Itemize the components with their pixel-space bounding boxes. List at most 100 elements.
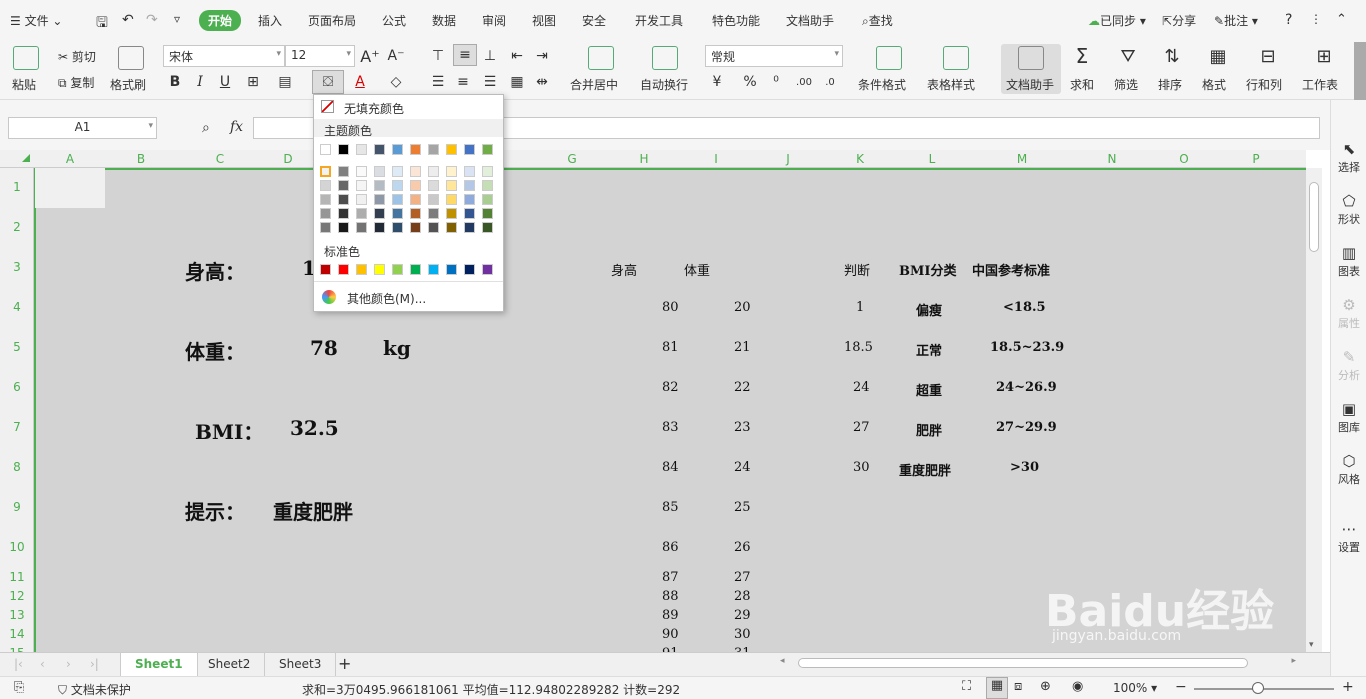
add-sheet-icon[interactable]: + <box>338 654 351 673</box>
tab-special[interactable]: 特色功能 <box>712 12 760 29</box>
row-header-item[interactable]: 1 <box>0 180 34 194</box>
weight-value[interactable]: 78 <box>310 336 338 360</box>
weight-cell[interactable]: 27 <box>734 570 751 585</box>
tab-home[interactable]: 开始 <box>199 10 242 31</box>
tab-insert[interactable]: 插入 <box>258 12 282 29</box>
copy-button[interactable]: ⧉ 复制 <box>58 74 94 91</box>
class-cell[interactable]: 偏瘦 <box>916 300 942 319</box>
align-top-icon[interactable]: ⊤ <box>428 46 448 66</box>
height-cell[interactable]: 81 <box>662 340 679 355</box>
reading-mode-icon[interactable]: ⊕ <box>1040 679 1051 694</box>
brush-icon[interactable] <box>118 46 144 70</box>
theme-shade-swatch[interactable] <box>338 166 349 177</box>
weight-cell[interactable]: 23 <box>734 420 751 435</box>
theme-shade-swatch[interactable] <box>410 222 421 233</box>
row-header-item[interactable]: 5 <box>0 340 34 354</box>
theme-color-swatch[interactable] <box>392 144 403 155</box>
standard-color-swatch[interactable] <box>356 264 367 275</box>
col-header[interactable]: N <box>1076 152 1148 166</box>
wrap-icon[interactable] <box>652 46 678 70</box>
decrease-decimal-icon[interactable]: .0 <box>820 72 840 92</box>
col-header[interactable]: C <box>177 152 263 166</box>
weight-cell[interactable]: 24 <box>734 460 751 475</box>
row-header-item[interactable]: 8 <box>0 460 34 474</box>
theme-shade-swatch[interactable] <box>356 208 367 219</box>
theme-color-swatch[interactable] <box>482 144 493 155</box>
rowcol-button[interactable]: 行和列 <box>1246 76 1282 93</box>
height-label[interactable]: 身高： <box>185 256 245 285</box>
standard-color-swatch[interactable] <box>392 264 403 275</box>
col-header[interactable]: A <box>35 152 105 166</box>
theme-color-swatch[interactable] <box>338 144 349 155</box>
cond-format-button[interactable]: 条件格式 <box>858 76 906 93</box>
col-header[interactable]: L <box>896 152 968 166</box>
theme-shade-swatch[interactable] <box>446 180 457 191</box>
cond-format-icon[interactable] <box>876 46 902 70</box>
paste-icon[interactable] <box>13 46 39 70</box>
theme-shade-swatch[interactable] <box>464 208 475 219</box>
col-header[interactable]: P <box>1220 152 1292 166</box>
height-cell[interactable]: 89 <box>662 608 679 623</box>
weight-header[interactable]: 体重 <box>684 260 710 279</box>
vertical-scrollbar[interactable]: ▾ <box>1306 168 1322 652</box>
std-cell[interactable]: 27~29.9 <box>996 420 1057 435</box>
name-box[interactable]: A1 ▾ <box>8 117 157 139</box>
indent-left-icon[interactable]: ⇤ <box>507 46 527 66</box>
theme-shade-swatch[interactable] <box>374 166 385 177</box>
height-cell[interactable]: 84 <box>662 460 679 475</box>
tab-page-layout[interactable]: 页面布局 <box>308 12 356 29</box>
indent-right-icon[interactable]: ⇥ <box>532 46 552 66</box>
rowcol-icon[interactable]: ⊟ <box>1258 46 1278 67</box>
standard-color-swatch[interactable] <box>464 264 475 275</box>
theme-shade-swatch[interactable] <box>392 222 403 233</box>
clear-icon[interactable]: ◇ <box>386 72 406 92</box>
distribute-icon[interactable]: ⇹ <box>532 72 552 92</box>
theme-shade-swatch[interactable] <box>320 208 331 219</box>
col-header[interactable]: O <box>1148 152 1220 166</box>
panel-chart[interactable]: ▥ 图表 <box>1331 244 1366 279</box>
class-cell[interactable]: 重度肥胖 <box>899 460 951 479</box>
zoom-out-icon[interactable]: − <box>1175 679 1187 695</box>
protect-status[interactable]: ⛉ 文档未保护 <box>58 681 131 698</box>
row-header-item[interactable]: 7 <box>0 420 34 434</box>
align-center-icon[interactable]: ≡ <box>453 72 473 92</box>
class-cell[interactable]: 超重 <box>916 380 942 399</box>
theme-shade-swatch[interactable] <box>338 194 349 205</box>
row-header-item[interactable]: 6 <box>0 380 34 394</box>
judge-cell[interactable]: 24 <box>853 380 870 395</box>
font-size-select[interactable]: 12 ▾ <box>285 45 355 67</box>
font-name-select[interactable]: 宋体 ▾ <box>163 45 285 67</box>
number-format-select[interactable]: 常规 ▾ <box>705 45 843 67</box>
zoom-select[interactable]: 100% ▾ <box>1113 681 1157 695</box>
first-sheet-icon[interactable]: |‹ <box>14 657 23 671</box>
font-shrink-icon[interactable]: A⁻ <box>386 46 406 66</box>
std-cell[interactable]: >30 <box>1010 460 1039 475</box>
panel-settings[interactable]: ⋯ 设置 <box>1331 520 1366 555</box>
theme-shade-swatch[interactable] <box>320 222 331 233</box>
theme-shade-swatch[interactable] <box>320 166 331 177</box>
tab-developer[interactable]: 开发工具 <box>635 12 683 29</box>
height-cell[interactable]: 85 <box>662 500 679 515</box>
theme-shade-swatch[interactable] <box>410 194 421 205</box>
zoom-slider-track[interactable] <box>1194 688 1334 690</box>
tab-sheet2[interactable]: Sheet2 <box>194 653 266 677</box>
weight-cell[interactable]: 20 <box>734 300 751 315</box>
bmi-label[interactable]: BMI： <box>195 416 263 445</box>
col-header[interactable]: I <box>680 152 752 166</box>
theme-shade-swatch[interactable] <box>338 208 349 219</box>
panel-shape[interactable]: ⬠ 形状 <box>1331 192 1366 227</box>
no-fill-option[interactable]: 无填充颜色 <box>344 100 404 117</box>
theme-color-swatch[interactable] <box>410 144 421 155</box>
sum-icon[interactable]: Σ <box>1072 44 1092 68</box>
format-button[interactable]: 格式 <box>1202 76 1226 93</box>
col-header[interactable]: K <box>824 152 896 166</box>
standard-color-swatch[interactable] <box>320 264 331 275</box>
theme-shade-swatch[interactable] <box>446 222 457 233</box>
scroll-right-icon[interactable]: ▸ <box>1291 656 1296 666</box>
theme-shade-swatch[interactable] <box>320 180 331 191</box>
height-cell[interactable]: 82 <box>662 380 679 395</box>
select-all-icon[interactable] <box>22 154 30 162</box>
eye-icon[interactable]: ◉ <box>1072 679 1083 694</box>
weight-label[interactable]: 体重： <box>185 336 245 365</box>
theme-shade-swatch[interactable] <box>320 194 331 205</box>
